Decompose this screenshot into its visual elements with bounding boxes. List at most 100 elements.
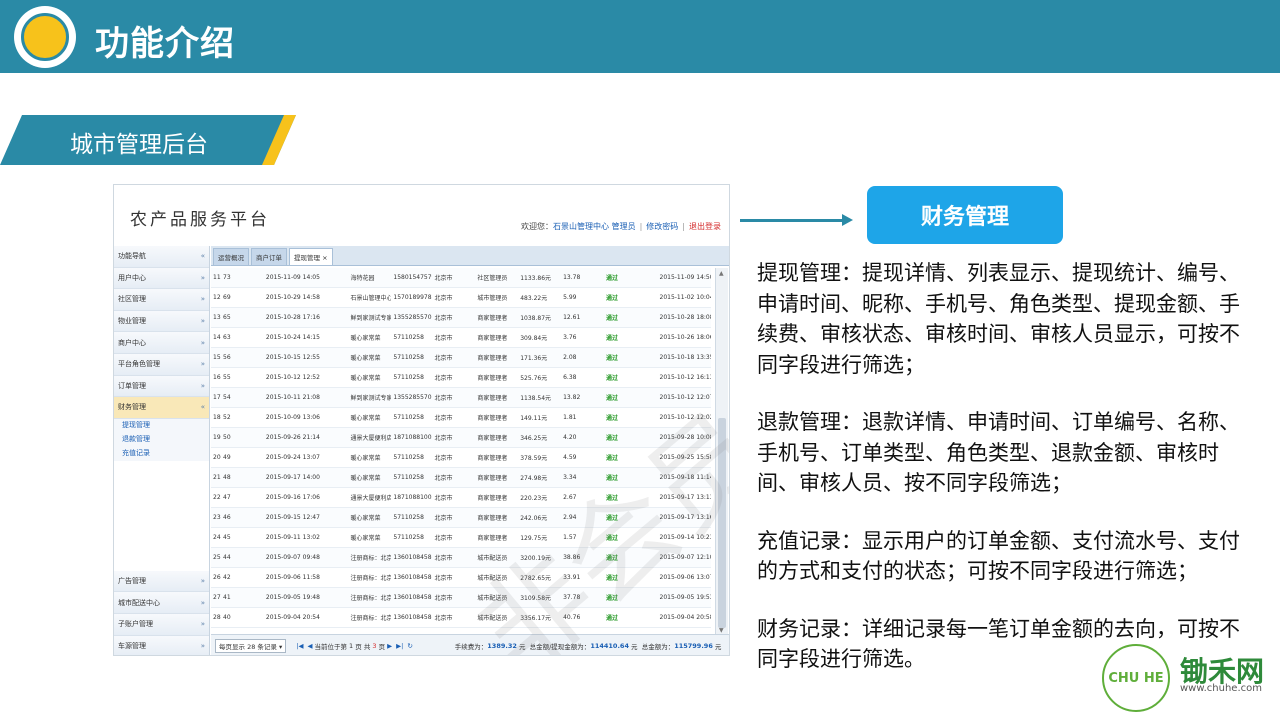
cell-time: 2015-10-11 21:08 <box>265 394 320 401</box>
sidebar-item-property[interactable]: 物业管理» <box>114 310 209 333</box>
cell-phone: 18710881002 <box>393 434 433 441</box>
sidebar-item-users[interactable]: 用户中心» <box>114 267 209 290</box>
cell-amount: 1038.87元 <box>520 315 552 322</box>
table-row[interactable]: 21 48 2015-09-17 14:00 暖心家常菜 57110258 北京市 商家管理… <box>211 468 711 488</box>
sidebar-item-nav[interactable]: 功能导航 « <box>114 246 209 268</box>
cell-city: 北京市 <box>434 415 453 422</box>
cell-city: 北京市 <box>434 495 453 502</box>
table-row[interactable]: 18 52 2015-10-09 13:06 暖心家常菜 57110258 北京市 商家管理… <box>211 408 711 428</box>
table-row[interactable]: 17 54 2015-10-11 21:08 鲜到家测试专家 13552855707 北京… <box>211 388 711 408</box>
cell-city: 北京市 <box>434 455 453 462</box>
cell-phone: 13601084586 <box>393 554 433 561</box>
welcome-user-link[interactable]: 石景山管理中心 管理员 <box>553 222 636 231</box>
scroll-up-icon[interactable]: ▲ <box>719 270 724 277</box>
cell-idx: 26 <box>213 574 221 581</box>
cell-id: 47 <box>223 494 231 501</box>
sidebar-item-roles[interactable]: 平台角色管理» <box>114 353 209 376</box>
cell-review: 2015-09-04 20:58: <box>659 614 712 621</box>
table-row[interactable]: 2642 2015-09-06 11:58 注册商标：北京市13601084586北… <box>211 568 711 588</box>
cell-review: 2015-09-25 15:58: <box>659 454 712 461</box>
cell-time: 2015-09-16 17:06 <box>265 494 320 501</box>
cell-idx: 14 <box>213 334 221 341</box>
cell-review: 2015-09-14 10:23: <box>659 534 712 541</box>
prev-page-icon[interactable]: ◀ <box>307 642 312 650</box>
table-row[interactable]: 2840 2015-09-04 20:54 注册商标：北京市13601084586北… <box>211 608 711 628</box>
change-password-link[interactable]: 修改密码 <box>646 222 678 231</box>
cell-amount: 2782.65元 <box>520 575 552 582</box>
table-row[interactable]: 16 55 2015-10-12 12:52 暖心家常菜 57110258 北京市 商家管理… <box>211 368 711 388</box>
table-row[interactable]: 20 49 2015-09-24 13:07 暖心家常菜 57110258 北京市 商家管理… <box>211 448 711 468</box>
cell-name: 暖心家常菜 <box>350 415 381 422</box>
cell-fee: 12.61 <box>563 314 581 321</box>
cell-city: 北京市 <box>434 315 453 322</box>
cell-phone: 13601084586 <box>393 574 433 581</box>
sidebar-item-ads[interactable]: 广告管理» <box>114 570 209 593</box>
sidebar-item-delivery[interactable]: 城市配送中心» <box>114 592 209 614</box>
sidebar-item-community[interactable]: 社区管理» <box>114 289 209 311</box>
cell-review: 2015-11-02 10:04: <box>659 294 712 301</box>
first-page-icon[interactable]: |◀ <box>296 642 303 650</box>
table-row[interactable]: 12 69 2015-10-29 14:58 石景山管理中心 15701899782 北京… <box>211 288 711 308</box>
cell-status: 通过 <box>605 475 618 482</box>
table-row[interactable]: 14 63 2015-10-24 14:15 暖心家常菜 57110258 北京市 商家管理… <box>211 328 711 348</box>
logout-link[interactable]: 退出登录 <box>689 222 721 231</box>
table-row[interactable]: 11 73 2015-11-09 14:05 海特花园 15801547579 北京市 社区… <box>211 268 711 288</box>
welcome-bar: 欢迎您：石景山管理中心 管理员 | 修改密码 | 退出登录 <box>521 222 721 231</box>
cell-review: 2015-09-28 10:08: <box>659 434 712 441</box>
cell-name: 注册商标：北京市 <box>350 615 392 622</box>
current-page-input[interactable]: 1 <box>349 642 353 650</box>
scrollbar[interactable]: ▲ ▼ <box>715 268 728 636</box>
cell-name: 暖心家常菜 <box>350 515 381 522</box>
next-page-icon[interactable]: ▶ <box>387 642 392 650</box>
tab-withdraw[interactable]: 提现管理 × <box>289 248 333 265</box>
cell-amount: 483.22元 <box>520 295 548 302</box>
table-row[interactable]: 13 65 2015-10-28 17:16 鲜到家测试专家 13552855707 北京… <box>211 308 711 328</box>
cell-city: 北京市 <box>434 555 453 562</box>
table-row[interactable]: 22 47 2015-09-16 17:06 通景大厦便利店 18710881002 北京… <box>211 488 711 508</box>
sidebar-item-merchant[interactable]: 商户中心» <box>114 332 209 354</box>
cell-review: 2015-09-17 13:16: <box>659 514 712 521</box>
cell-city: 北京市 <box>434 475 453 482</box>
table-row[interactable]: 24 45 2015-09-11 13:02 暖心家常菜 57110258 北京市 商家管理… <box>211 528 711 548</box>
scrollbar-thumb[interactable] <box>718 418 726 628</box>
table-row[interactable]: 15 56 2015-10-15 12:55 暖心家常菜 57110258 北京市 商家管理… <box>211 348 711 368</box>
cell-role: 商家管理者 <box>477 535 508 542</box>
desc-withdraw: 提现管理：提现详情、列表显示、提现统计、编号、申请时间、昵称、手机号、角色类型、… <box>757 261 1240 377</box>
cell-name: 暖心家常菜 <box>350 375 381 382</box>
cell-idx: 27 <box>213 594 221 601</box>
sidebar-sub-refund[interactable]: 退款管理 <box>114 433 209 447</box>
section-title: 城市管理后台 <box>70 132 208 158</box>
table-row[interactable]: 23 46 2015-09-15 12:47 暖心家常菜 57110258 北京市 商家管理… <box>211 508 711 528</box>
cell-fee: 1.81 <box>563 414 577 421</box>
sidebar-item-vehicles[interactable]: 车源管理» <box>114 635 209 655</box>
page-size-select[interactable]: 每页显示 28 条记录 ▾ <box>215 639 287 653</box>
table-row[interactable]: 19 50 2015-09-26 21:14 通景大厦便利店 18710881002 北京… <box>211 428 711 448</box>
last-page-icon[interactable]: ▶| <box>396 642 403 650</box>
table-row[interactable]: 2544 2015-09-07 09:48 注册商标：北京市13601084586北… <box>211 548 711 568</box>
refresh-icon[interactable]: ↻ <box>407 642 412 650</box>
sidebar-sub-withdraw[interactable]: 提现管理 <box>114 419 209 433</box>
sidebar-item-orders[interactable]: 订单管理» <box>114 375 209 398</box>
cell-role: 商家管理者 <box>477 415 508 422</box>
sidebar-item-subaccounts[interactable]: 子账户管理» <box>114 613 209 636</box>
cell-idx: 15 <box>213 354 221 361</box>
table-row[interactable]: 2741 2015-09-05 19:48 注册商标：北京市13601084586北… <box>211 588 711 608</box>
sidebar-sub-recharge[interactable]: 充值记录 <box>114 447 209 461</box>
cell-review: 2015-10-12 12:02: <box>659 414 712 421</box>
cell-name: 注册商标：北京市 <box>350 575 392 582</box>
cell-id: 40 <box>223 614 231 621</box>
cell-id: 63 <box>223 334 231 341</box>
cell-fee: 5.99 <box>563 294 577 301</box>
cell-amount: 129.75元 <box>520 535 548 542</box>
cell-name: 注册商标：北京市 <box>350 555 392 562</box>
cell-time: 2015-10-29 14:58 <box>265 294 320 301</box>
close-icon[interactable]: × <box>322 254 327 262</box>
cell-time: 2015-09-04 20:54 <box>265 614 320 621</box>
sidebar-item-finance[interactable]: 财务管理 « <box>114 397 209 419</box>
tab-overview[interactable]: 运营概况 <box>213 248 249 265</box>
scroll-down-icon[interactable]: ▼ <box>719 627 724 634</box>
finance-button[interactable]: 财务管理 <box>867 186 1063 244</box>
cell-role: 商家管理者 <box>477 395 508 402</box>
tab-merchant-orders[interactable]: 商户订单 <box>251 248 287 265</box>
section-banner: 城市管理后台 <box>0 115 296 165</box>
